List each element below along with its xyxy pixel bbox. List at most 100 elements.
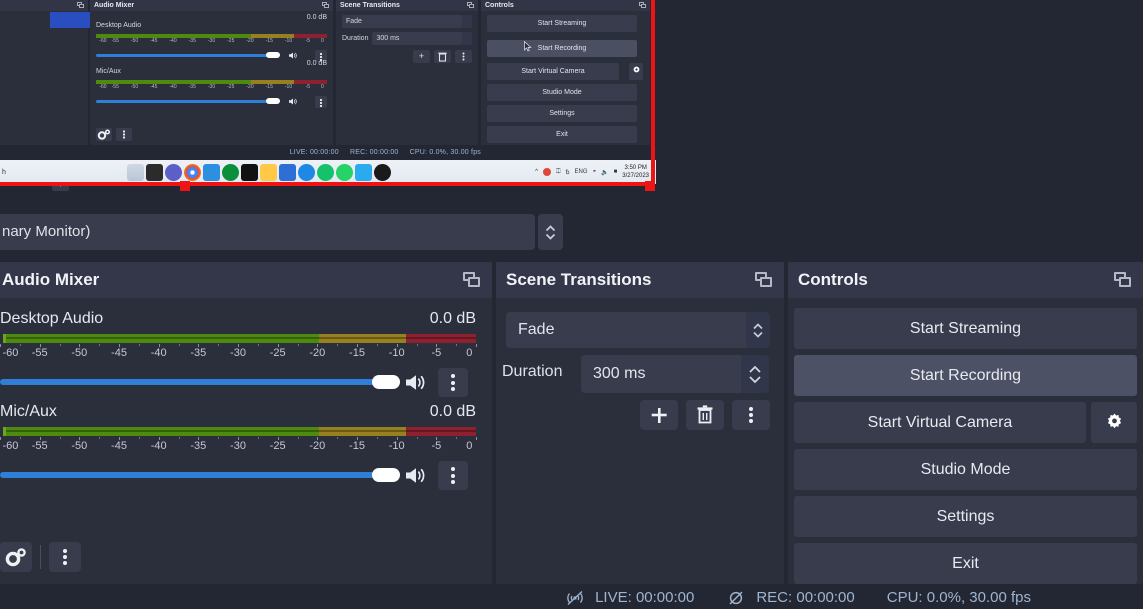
- store-icon[interactable]: [279, 163, 296, 181]
- scaled-screenshot-region: Audio Mixer Desktop Audio 0.0 dB -60 -55-…: [0, 0, 656, 196]
- mini-start-virtual-camera-button[interactable]: Start Virtual Camera: [487, 63, 619, 80]
- mini-taskbar-search[interactable]: h: [0, 169, 126, 176]
- mini-volume-slider[interactable]: [96, 96, 327, 108]
- firefox-icon[interactable]: [374, 163, 391, 181]
- mini-start-streaming-button[interactable]: Start Streaming: [487, 15, 637, 32]
- studio-mode-button[interactable]: Studio Mode: [794, 449, 1137, 490]
- start-recording-button[interactable]: Start Recording: [794, 355, 1137, 396]
- meter-tick-label: -15: [349, 347, 365, 359]
- meter-tick-label: -50: [71, 347, 88, 359]
- mini-meter-scale: -60 -55 -50 -45 -40 -35 -30 -25 -20 -15 -10 -5 0: [96, 84, 327, 92]
- speaker-icon[interactable]: [288, 51, 298, 60]
- meter-minor-tick: [416, 344, 418, 346]
- wifi-icon[interactable]: ◓: [593, 169, 597, 175]
- settings-button[interactable]: Settings: [794, 496, 1137, 537]
- source-combo-value[interactable]: nary Monitor): [0, 214, 535, 250]
- mini-meter-tick-label: -55: [111, 84, 119, 90]
- plus-icon[interactable]: [640, 400, 678, 430]
- gear-icon[interactable]: [629, 63, 643, 80]
- kebab-icon[interactable]: [455, 50, 472, 63]
- gear-icon[interactable]: [1091, 402, 1137, 443]
- mini-studio-mode-button[interactable]: Studio Mode: [487, 84, 637, 101]
- keyboard-icon[interactable]: ␢: [566, 169, 570, 176]
- mini-live-status: LIVE: 00:00:00: [289, 149, 339, 156]
- duration-input[interactable]: 300 ms: [581, 355, 741, 393]
- teams-icon[interactable]: [165, 163, 182, 181]
- selection-handle-bottom[interactable]: [180, 181, 190, 191]
- gears-icon[interactable]: [96, 128, 112, 141]
- source-combo-spinner[interactable]: [538, 214, 563, 250]
- volume-slider-desktop-audio[interactable]: [0, 368, 476, 397]
- speaker-icon[interactable]: [404, 373, 428, 392]
- antivirus-icon[interactable]: [542, 168, 551, 176]
- plus-icon[interactable]: +: [413, 50, 430, 63]
- popout-icon[interactable]: [463, 272, 482, 288]
- notepad-icon[interactable]: [146, 163, 163, 181]
- edge-icon[interactable]: [298, 163, 315, 181]
- speaker-icon[interactable]: [288, 97, 298, 106]
- mini-exit-button[interactable]: Exit: [487, 126, 637, 143]
- vu-meter: [0, 334, 476, 343]
- meter-minor-tick: [178, 437, 180, 439]
- mini-transition-spinner[interactable]: [462, 15, 472, 28]
- duration-spinner[interactable]: [741, 355, 769, 393]
- qq-icon[interactable]: [222, 163, 239, 181]
- mini-transition-buttons: +: [413, 50, 472, 63]
- file-explorer-icon[interactable]: [260, 163, 277, 181]
- mini-clock[interactable]: 3:50 PM 3/27/2023: [622, 164, 652, 180]
- trash-icon[interactable]: [686, 400, 724, 430]
- mini-transition-combo[interactable]: Fade: [342, 15, 472, 28]
- mini-controls-header: Controls: [481, 0, 650, 11]
- start-streaming-button[interactable]: Start Streaming: [794, 308, 1137, 349]
- volume-slider-mic-aux[interactable]: [0, 461, 476, 490]
- grammarly-icon[interactable]: [317, 163, 334, 181]
- mini-audio-mixer-panel: Audio Mixer Desktop Audio 0.0 dB -60 -55-…: [90, 0, 333, 145]
- meter-minor-tick: [297, 344, 299, 346]
- microphone-icon[interactable]: ⎅: [556, 169, 561, 176]
- meter-tick-label: -5: [431, 440, 442, 452]
- mini-channel-menu[interactable]: [315, 96, 327, 108]
- whatsapp-icon[interactable]: [336, 163, 353, 181]
- mail-icon[interactable]: [203, 163, 220, 181]
- mini-volume-slider[interactable]: [96, 50, 327, 62]
- telegram-icon[interactable]: [355, 163, 372, 181]
- popout-icon[interactable]: [1114, 272, 1133, 288]
- popout-icon[interactable]: [467, 2, 475, 9]
- mini-mixer-footer: [96, 128, 132, 141]
- channel-menu-mic-aux[interactable]: [438, 461, 468, 490]
- channel-menu-desktop-audio[interactable]: [438, 368, 468, 397]
- obs-icon[interactable]: [241, 163, 258, 181]
- exit-button[interactable]: Exit: [794, 543, 1137, 584]
- controls-header: Controls: [788, 262, 1143, 298]
- mini-settings-button[interactable]: Settings: [487, 105, 637, 122]
- chrome-icon[interactable]: [184, 163, 201, 181]
- mini-channel-db: 0.0 dB: [306, 14, 327, 21]
- mini-meter-tick-label: -35: [188, 84, 196, 90]
- volume-icon[interactable]: 🔈: [601, 169, 608, 176]
- speaker-icon[interactable]: [404, 466, 428, 485]
- mini-meter-tick-label: 0: [320, 38, 324, 44]
- transition-combo-spinner[interactable]: [746, 312, 770, 348]
- battery-icon[interactable]: ■: [614, 169, 618, 175]
- mini-meter-tick-label: -20: [246, 84, 254, 90]
- popout-icon[interactable]: [639, 2, 647, 9]
- kebab-icon[interactable]: [116, 128, 132, 141]
- transition-combo-value[interactable]: Fade: [506, 312, 746, 348]
- kebab-icon[interactable]: [732, 400, 770, 430]
- mini-start-recording-button[interactable]: Start Recording: [487, 40, 637, 57]
- audio-mixer-menu[interactable]: [49, 542, 81, 572]
- weather-widget[interactable]: [127, 163, 144, 181]
- popout-icon[interactable]: [755, 272, 774, 288]
- start-virtual-camera-button[interactable]: Start Virtual Camera: [794, 402, 1086, 443]
- popout-icon[interactable]: [322, 2, 330, 9]
- trash-icon[interactable]: [434, 50, 451, 63]
- meter-minor-tick: [337, 437, 339, 439]
- mini-duration-spinner[interactable]: [462, 32, 472, 45]
- chevron-up-icon[interactable]: ^: [535, 169, 538, 175]
- selection-handle-corner[interactable]: [645, 181, 655, 191]
- mini-language-indicator[interactable]: ENG: [575, 169, 588, 175]
- scene-transitions-header: Scene Transitions: [496, 262, 784, 298]
- gears-icon[interactable]: [0, 542, 32, 572]
- mini-duration-value[interactable]: 300 ms: [372, 32, 462, 45]
- popout-icon[interactable]: [77, 2, 85, 9]
